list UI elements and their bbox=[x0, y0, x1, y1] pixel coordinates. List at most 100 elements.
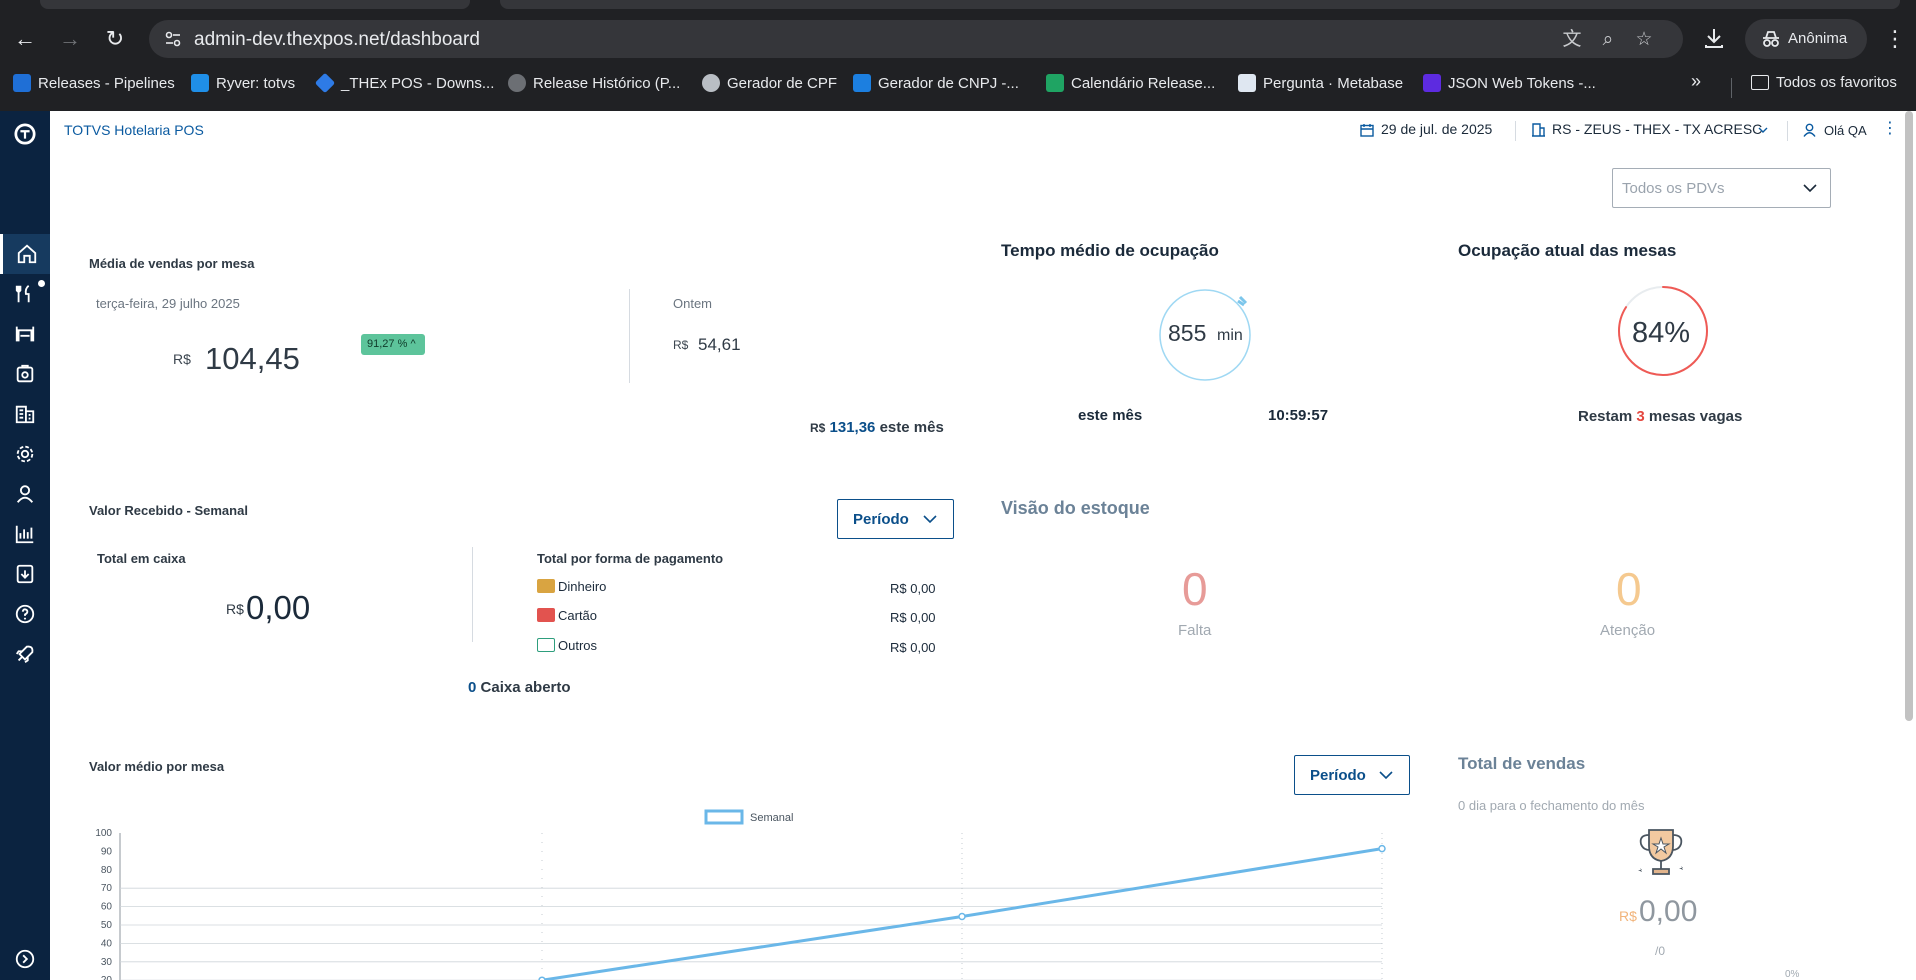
download-icon[interactable] bbox=[1703, 26, 1725, 50]
y-tick-label: 70 bbox=[101, 883, 113, 894]
pdv-select-placeholder: Todos os PDVs bbox=[1622, 180, 1725, 197]
sidebar-item-import[interactable] bbox=[0, 554, 50, 594]
y-tick-label: 80 bbox=[101, 865, 113, 876]
gear-icon bbox=[16, 445, 34, 463]
reload-button[interactable]: ↻ bbox=[102, 26, 128, 52]
building-icon bbox=[15, 405, 35, 424]
url-text[interactable]: admin-dev.thexpos.net/dashboard bbox=[194, 29, 480, 51]
avg-per-table-chart: Semanal 20 30 40 50 60 70 80 90 100 bbox=[95, 809, 1386, 980]
jwt-icon bbox=[1423, 74, 1441, 92]
y-tick-label: 40 bbox=[101, 938, 113, 949]
occupancy-time-value: 855 bbox=[1168, 320, 1207, 346]
total-sales-goal: /0 bbox=[1655, 944, 1666, 958]
back-button[interactable]: ← bbox=[12, 26, 38, 52]
month-total: R$ 131,36 este mês bbox=[810, 419, 944, 436]
sidebar-item-users[interactable] bbox=[0, 474, 50, 514]
chevron-down-icon bbox=[1803, 184, 1817, 193]
more-bookmarks-icon[interactable]: » bbox=[1691, 71, 1701, 92]
occupancy-time-clock: 10:59:57 bbox=[1268, 407, 1329, 424]
bookmark-star-icon[interactable]: ☆ bbox=[1633, 29, 1655, 51]
yesterday-value: 54,61 bbox=[698, 335, 741, 354]
notification-dot bbox=[38, 280, 45, 287]
cash-total-value: 0,00 bbox=[246, 589, 311, 626]
caret-up-icon: ^ bbox=[410, 338, 416, 350]
yesterday-label: Ontem bbox=[673, 296, 713, 311]
trophy-icon bbox=[1638, 829, 1683, 875]
stock-attention-label: Atenção bbox=[1600, 622, 1656, 639]
current-date[interactable]: 29 de jul. de 2025 bbox=[1381, 121, 1492, 137]
bookmark-release-historico[interactable]: Release Histórico (P... bbox=[508, 74, 680, 92]
register-icon bbox=[16, 364, 34, 383]
payment-cash-value: R$ 0,00 bbox=[890, 581, 936, 596]
bookmark-releases[interactable]: Releases - Pipelines bbox=[13, 74, 175, 92]
address-bar[interactable]: admin-dev.thexpos.net/dashboard 文 ⌕ ☆ bbox=[149, 20, 1683, 58]
rocket-icon bbox=[15, 645, 34, 664]
cash-total-label: Total em caixa bbox=[97, 551, 186, 566]
calendar-icon bbox=[1360, 124, 1374, 137]
bookmark-jwt[interactable]: JSON Web Tokens -... bbox=[1423, 74, 1596, 92]
user-icon bbox=[16, 485, 34, 503]
zoom-icon[interactable]: ⌕ bbox=[1597, 29, 1619, 51]
avg-period-button[interactable]: Período bbox=[1294, 755, 1410, 795]
incognito-profile-button[interactable]: Anônima bbox=[1745, 19, 1867, 59]
bookmark-ryver[interactable]: Ryver: totvs bbox=[191, 74, 295, 92]
sales-divider bbox=[629, 289, 630, 383]
coins-icon bbox=[537, 579, 555, 593]
user-menu-icon[interactable]: ⋮ bbox=[1882, 118, 1898, 138]
user-icon bbox=[1803, 123, 1816, 137]
user-greeting[interactable]: Olá QA bbox=[1824, 123, 1867, 138]
file-download-icon bbox=[16, 564, 34, 584]
bookmark-gerador-cpf[interactable]: Gerador de CPF bbox=[702, 74, 837, 92]
total-sales-title: Total de vendas bbox=[1458, 754, 1586, 773]
bookmark-metabase[interactable]: Pergunta · Metabase bbox=[1238, 74, 1403, 92]
sidebar-item-restaurant[interactable] bbox=[0, 274, 50, 314]
weekly-received-title: Valor Recebido - Semanal bbox=[89, 503, 248, 518]
sidebar-item-pos[interactable] bbox=[0, 354, 50, 394]
bookmark-gerador-cnpj[interactable]: Gerador de CNPJ -... bbox=[853, 74, 1019, 92]
change-badge: 91,27 % ^ bbox=[361, 334, 425, 355]
stock-missing-value: 0 bbox=[1182, 563, 1208, 615]
site-settings-icon[interactable] bbox=[163, 29, 183, 49]
tab[interactable] bbox=[500, 0, 1900, 9]
payment-row-cash: Dinheiro bbox=[537, 579, 606, 594]
diamond-icon bbox=[314, 72, 336, 94]
sidebar-item-settings[interactable] bbox=[0, 434, 50, 474]
sidebar-item-help[interactable] bbox=[0, 594, 50, 634]
data-point bbox=[958, 912, 966, 921]
bookmarks-divider bbox=[1731, 78, 1732, 98]
sidebar-item-buildings[interactable] bbox=[0, 394, 50, 434]
all-bookmarks-folder[interactable]: Todos os favoritos bbox=[1751, 74, 1897, 91]
sales-avg-today-value: 104,45 bbox=[205, 341, 300, 376]
tab[interactable] bbox=[40, 0, 470, 9]
page-scrollbar[interactable] bbox=[1905, 111, 1913, 721]
forward-button[interactable]: → bbox=[57, 26, 83, 52]
history-icon bbox=[508, 74, 526, 92]
card-icon bbox=[537, 608, 555, 622]
browser-menu-icon[interactable]: ⋮ bbox=[1884, 26, 1906, 52]
weekly-period-button[interactable]: Período bbox=[837, 499, 954, 539]
property-selector[interactable]: RS - ZEUS - THEX - TX ACRESC bbox=[1552, 121, 1762, 137]
home-icon bbox=[17, 244, 36, 264]
total-sales-subtitle: 0 dia para o fechamento do mês bbox=[1458, 798, 1645, 813]
chevron-down-icon[interactable] bbox=[1758, 127, 1768, 134]
currency-label: R$ bbox=[673, 338, 689, 352]
translate-icon[interactable]: 文 bbox=[1561, 29, 1583, 51]
bookmark-calendario[interactable]: Calendário Release... bbox=[1046, 74, 1215, 92]
app-logo[interactable] bbox=[0, 114, 50, 154]
sidebar-item-home[interactable] bbox=[0, 234, 50, 274]
avg-per-table-title: Valor médio por mesa bbox=[89, 759, 225, 774]
sidebar-item-launch[interactable] bbox=[0, 634, 50, 674]
bookmark-thex[interactable]: _THEx POS - Downs... bbox=[314, 72, 494, 94]
totvs-logo-icon bbox=[14, 123, 36, 145]
y-tick-label: 30 bbox=[101, 957, 113, 968]
sidebar-expand[interactable] bbox=[0, 939, 50, 979]
header-divider bbox=[1787, 121, 1788, 141]
y-tick-label: 60 bbox=[101, 902, 113, 913]
plus-sheet-icon bbox=[1046, 74, 1064, 92]
tab-strip bbox=[0, 0, 1916, 10]
sidebar-item-reports[interactable] bbox=[0, 514, 50, 554]
pdv-select[interactable]: Todos os PDVs bbox=[1612, 168, 1831, 208]
metabase-icon bbox=[1238, 74, 1256, 92]
sidebar-item-tables[interactable] bbox=[0, 314, 50, 354]
incognito-icon bbox=[1763, 31, 1779, 47]
